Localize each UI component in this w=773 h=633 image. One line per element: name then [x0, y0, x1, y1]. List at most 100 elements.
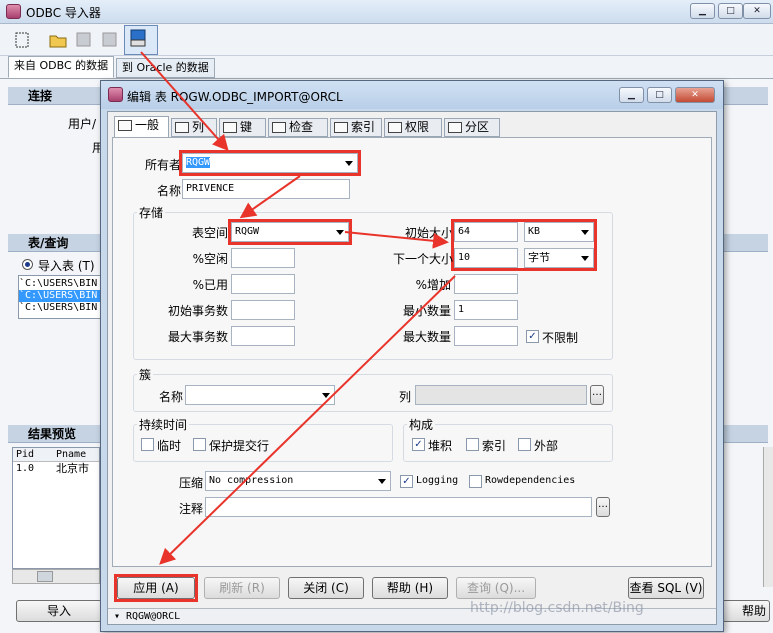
- status-connection: RQGW@ORCL: [126, 611, 181, 622]
- external-checkbox[interactable]: [518, 438, 531, 451]
- close-window-button[interactable]: ✕: [743, 3, 771, 19]
- table-row[interactable]: 1.0 北京市: [13, 462, 99, 474]
- rowdependencies-checkbox[interactable]: [469, 475, 482, 488]
- maximize-button[interactable]: □: [718, 3, 743, 19]
- cluster-name-select[interactable]: [185, 385, 335, 405]
- tab-from-odbc[interactable]: 来自 ODBC 的数据: [8, 56, 115, 78]
- columns-tab-icon: [175, 122, 189, 133]
- vertical-scrollbar[interactable]: [763, 447, 773, 587]
- import-table-radio[interactable]: [22, 259, 33, 270]
- owner-value: RQGW: [186, 157, 211, 168]
- save-as-icon[interactable]: [98, 28, 122, 52]
- tab-checks[interactable]: 检查: [268, 118, 328, 137]
- pct-increase-label: %增加: [415, 278, 451, 292]
- chevron-down-icon: [345, 161, 353, 166]
- save-icon[interactable]: [72, 28, 96, 52]
- duration-label: 持续时间: [137, 416, 190, 433]
- close-button[interactable]: 关闭 (C): [288, 577, 364, 599]
- refresh-button[interactable]: 刷新 (R): [204, 577, 280, 599]
- cluster-columns-button[interactable]: …: [590, 385, 604, 405]
- tab-privileges[interactable]: 权限: [384, 118, 442, 137]
- table-name-input[interactable]: PRIVENCE: [182, 179, 350, 199]
- import-button[interactable]: 导入: [16, 600, 102, 622]
- organization-label: 构成: [407, 416, 436, 433]
- dialog-maximize-button[interactable]: □: [647, 87, 672, 103]
- tab-checks-label: 检查: [289, 120, 314, 134]
- ini-trans-input[interactable]: [231, 300, 295, 320]
- owner-select[interactable]: RQGW: [182, 153, 358, 173]
- compression-value: No compression: [209, 475, 294, 486]
- general-panel: 所有者 RQGW 名称 PRIVENCE 存储 表空间 RQGW %空闲 %已用…: [112, 137, 712, 567]
- pct-used-label: %已用: [192, 278, 228, 292]
- heap-label: 堆积: [428, 439, 453, 453]
- max-extents-input[interactable]: [454, 326, 518, 346]
- max-trans-label: 最大事务数: [167, 330, 228, 344]
- list-item[interactable]: `C:\USERS\BIN: [19, 278, 101, 290]
- tablespace-select[interactable]: RQGW: [231, 222, 349, 242]
- cluster-name-label: 名称: [158, 390, 183, 404]
- initial-size-input[interactable]: 64: [454, 222, 518, 242]
- list-item[interactable]: `C:\USERS\BIN: [19, 302, 101, 314]
- query-button[interactable]: 查询 (Q)...: [456, 577, 536, 599]
- chevron-down-icon: [336, 230, 344, 235]
- general-tab-icon: [118, 120, 132, 131]
- next-unit-select[interactable]: 字节: [524, 248, 594, 268]
- open-folder-icon[interactable]: [46, 28, 70, 52]
- results-table[interactable]: Pid Pname 1.0北京市2.0天津市3.0河北省4.0山西省5.0辽宁省…: [12, 447, 100, 569]
- app-icon: [6, 4, 21, 19]
- view-sql-button[interactable]: 查看 SQL (V): [628, 577, 704, 599]
- col-pname: Pname: [56, 449, 87, 460]
- external-label: 外部: [534, 439, 559, 453]
- help-button[interactable]: 帮助 (H): [372, 577, 448, 599]
- chevron-down-icon[interactable]: ▾: [114, 611, 120, 622]
- index-org-label: 索引: [482, 439, 507, 453]
- user-label: 用户/: [68, 117, 97, 131]
- temporary-checkbox[interactable]: [141, 438, 154, 451]
- tab-partitions[interactable]: 分区: [444, 118, 500, 137]
- pct-used-input[interactable]: [231, 274, 295, 294]
- edit-table-dialog: 编辑 表 RQGW.ODBC_IMPORT@ORCL ▁ □ ✕ 一般 列 键 …: [100, 80, 724, 632]
- owner-label: 所有者: [144, 158, 181, 172]
- dialog-close-button[interactable]: ✕: [675, 87, 715, 103]
- minimize-button[interactable]: ▁: [690, 3, 715, 19]
- list-item[interactable]: `C:\USERS\BIN: [19, 290, 101, 302]
- compression-select[interactable]: No compression: [205, 471, 391, 491]
- import-to-oracle-icon[interactable]: [124, 25, 158, 55]
- tab-general[interactable]: 一般: [114, 116, 169, 138]
- index-org-checkbox[interactable]: [466, 438, 479, 451]
- tab-general-label: 一般: [135, 118, 160, 132]
- horizontal-scrollbar[interactable]: [12, 569, 100, 584]
- dialog-minimize-button[interactable]: ▁: [619, 87, 644, 103]
- chevron-down-icon: [581, 230, 589, 235]
- min-extents-input[interactable]: 1: [454, 300, 518, 320]
- pct-increase-input[interactable]: [454, 274, 518, 294]
- initial-unit-select[interactable]: KB: [524, 222, 594, 242]
- next-size-label: 下一个大小: [392, 252, 453, 266]
- ini-trans-label: 初始事务数: [167, 304, 228, 318]
- comment-edit-button[interactable]: …: [596, 497, 610, 517]
- preserve-rows-checkbox[interactable]: [193, 438, 206, 451]
- chevron-down-icon: [378, 479, 386, 484]
- logging-checkbox[interactable]: ✓: [400, 475, 413, 488]
- dialog-content: 一般 列 键 检查 索引 权限 分区 所有者 RQGW 名称 PRIVENCE …: [107, 111, 717, 625]
- rowdependencies-label: Rowdependencies: [485, 475, 576, 486]
- max-trans-input[interactable]: [231, 326, 295, 346]
- tab-to-oracle[interactable]: 到 Oracle 的数据: [116, 58, 215, 78]
- tab-indexes[interactable]: 索引: [330, 118, 382, 137]
- comment-input[interactable]: [205, 497, 592, 517]
- cluster-columns-label: 列: [398, 390, 411, 404]
- main-help-button[interactable]: 帮助 (H): [722, 600, 770, 622]
- tab-indexes-label: 索引: [351, 120, 376, 134]
- chevron-down-icon: [581, 256, 589, 261]
- apply-button[interactable]: 应用 (A): [117, 577, 195, 599]
- next-size-input[interactable]: 10: [454, 248, 518, 268]
- pct-free-input[interactable]: [231, 248, 295, 268]
- unlimited-checkbox[interactable]: ✓: [526, 330, 539, 343]
- tab-columns-label: 列: [192, 120, 205, 134]
- heap-checkbox[interactable]: ✓: [412, 438, 425, 451]
- source-file-list[interactable]: `C:\USERS\BIN `C:\USERS\BIN `C:\USERS\BI…: [18, 275, 102, 319]
- tab-columns[interactable]: 列: [171, 118, 217, 137]
- new-icon[interactable]: [10, 28, 34, 52]
- compression-label: 压缩: [178, 476, 203, 490]
- tab-keys[interactable]: 键: [219, 118, 266, 137]
